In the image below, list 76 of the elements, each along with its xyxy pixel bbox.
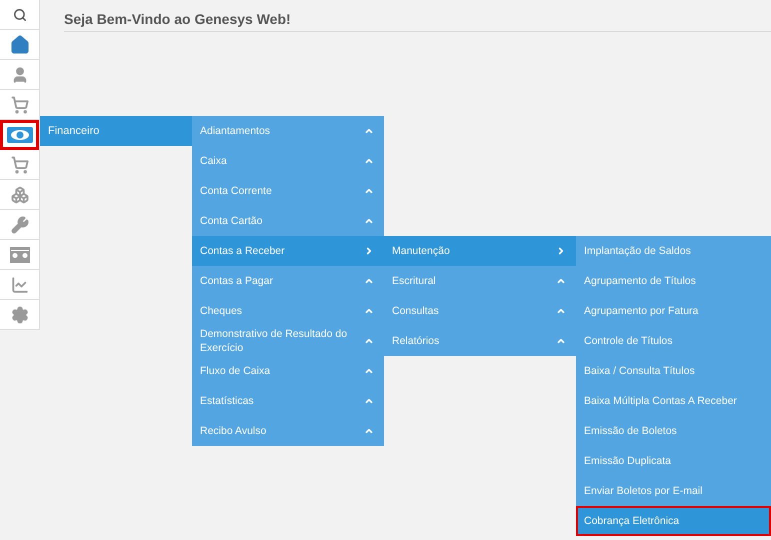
menu-item-label: Caixa (200, 154, 227, 168)
menu-item[interactable]: Controle de Títulos (576, 326, 771, 356)
chevron-up-icon (364, 366, 374, 376)
home-icon (10, 34, 30, 54)
chevron-up-icon (364, 426, 374, 436)
menu-item-label: Contas a Receber (200, 244, 285, 258)
menu-item[interactable]: Implantação de Saldos (576, 236, 771, 266)
chevron-right-icon (556, 246, 566, 256)
menu-item-label: Controle de Títulos (584, 334, 673, 348)
menu-item-label: Adiantamentos (200, 124, 270, 138)
menu-item[interactable]: Enviar Boletos por E-mail (576, 476, 771, 506)
menu-item[interactable]: Baixa Múltipla Contas A Receber (576, 386, 771, 416)
menu-item[interactable]: Emissão Duplicata (576, 446, 771, 476)
menu-item-label: Contas a Pagar (200, 274, 273, 288)
boxes-icon (10, 186, 28, 204)
chevron-up-icon (364, 216, 374, 226)
chevron-up-icon (364, 306, 374, 316)
menu-item[interactable]: Cobrança Eletrônica (576, 506, 771, 536)
search-icon (12, 8, 26, 22)
chevron-up-icon (364, 276, 374, 286)
menu-item-label: Recibo Avulso (200, 424, 266, 438)
menu-item[interactable]: Caixa (192, 146, 384, 176)
menu-item[interactable]: Emissão de Boletos (576, 416, 771, 446)
menu-item-label: Baixa Múltipla Contas A Receber (584, 394, 737, 408)
menu-item-label: Manutenção (392, 244, 450, 258)
menu-item-label: Baixa / Consulta Títulos (584, 364, 695, 378)
menu-item-label: Agrupamento de Títulos (584, 274, 696, 288)
chevron-up-icon (556, 276, 566, 286)
menu-item-label: Demonstrativo de Resultado do Exercício (200, 327, 348, 355)
menu-item[interactable]: Fluxo de Caixa (192, 356, 384, 386)
menu-item[interactable]: Conta Cartão (192, 206, 384, 236)
menu-item-label: Cheques (200, 304, 242, 318)
cart-icon (10, 156, 28, 174)
chevron-up-icon (364, 126, 374, 136)
menu-item[interactable]: Contas a Receber (192, 236, 384, 266)
menu-item[interactable]: Baixa / Consulta Títulos (576, 356, 771, 386)
chevron-up-icon (364, 396, 374, 406)
menu-item[interactable]: Contas a Pagar (192, 266, 384, 296)
menu-item[interactable]: Recibo Avulso (192, 416, 384, 446)
menu-item-label: Conta Cartão (200, 214, 262, 228)
chevron-up-icon (364, 156, 374, 166)
menu-item[interactable]: Manutenção (384, 236, 576, 266)
menu-item[interactable]: Demonstrativo de Resultado do Exercício (192, 326, 384, 356)
cart-icon (10, 96, 28, 114)
wrench-icon (10, 216, 28, 234)
menu-item-label: Emissão Duplicata (584, 454, 671, 468)
menu-item[interactable]: Conta Corrente (192, 176, 384, 206)
menu-item-label: Escritural (392, 274, 436, 288)
menu-item[interactable]: Escritural (384, 266, 576, 296)
sidebar-button[interactable] (0, 120, 39, 150)
menu-item[interactable]: Financeiro (40, 116, 192, 146)
chevron-up-icon (556, 306, 566, 316)
menu-item-label: Estatísticas (200, 394, 254, 408)
menu-item[interactable]: Adiantamentos (192, 116, 384, 146)
menu-item-label: Conta Corrente (200, 184, 272, 198)
menu-item-label: Consultas (392, 304, 439, 318)
menu-item[interactable]: Agrupamento de Títulos (576, 266, 771, 296)
menu-item-label: Enviar Boletos por E-mail (584, 484, 702, 498)
chart-icon (10, 276, 28, 294)
chevron-up-icon (364, 186, 374, 196)
tape-icon (10, 246, 30, 262)
menu-item-label: Agrupamento por Fatura (584, 304, 698, 318)
menu-item[interactable]: Relatórios (384, 326, 576, 356)
menu-item[interactable]: Agrupamento por Fatura (576, 296, 771, 326)
menu-item[interactable]: Consultas (384, 296, 576, 326)
menu-item-label: Fluxo de Caixa (200, 364, 270, 378)
welcome-title: Seja Bem-Vindo ao Genesys Web! (64, 10, 292, 28)
menu-item[interactable]: Estatísticas (192, 386, 384, 416)
chevron-right-icon (364, 246, 374, 256)
menu-item[interactable]: Cheques (192, 296, 384, 326)
menu-item-label: Relatórios (392, 334, 440, 348)
chevron-up-icon (364, 336, 374, 346)
chevron-up-icon (556, 336, 566, 346)
menu-item-label: Emissão de Boletos (584, 424, 677, 438)
menu-item-label: Cobrança Eletrônica (584, 514, 680, 528)
menu-item-label: Implantação de Saldos (584, 244, 691, 258)
